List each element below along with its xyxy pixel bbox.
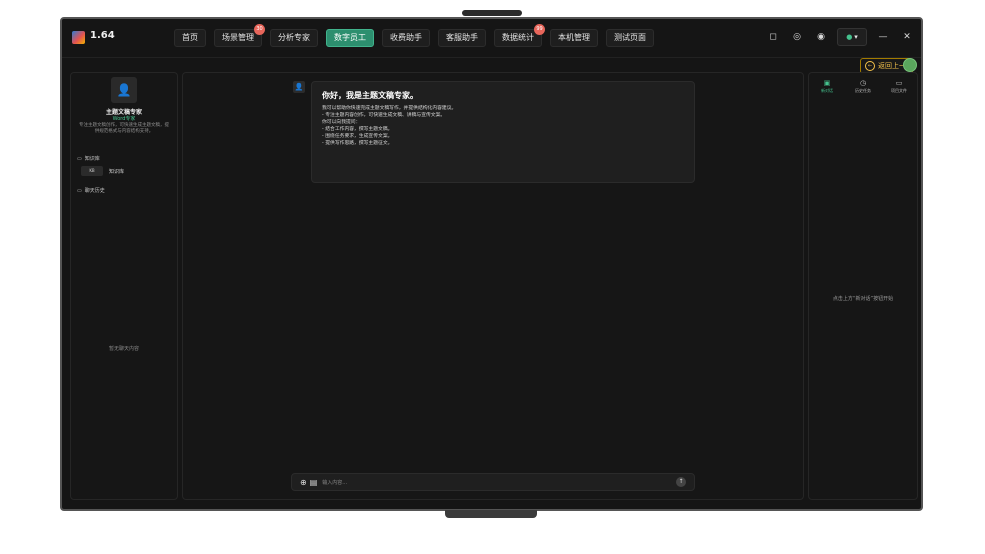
right-tab-history-label: 历史任务 bbox=[855, 88, 871, 93]
folder-icon: ▭ bbox=[895, 79, 903, 87]
chat-input-bar: ⊕ ▤ 输入内容... ↑ bbox=[291, 473, 695, 491]
nav-tab-test[interactable]: 测试页面 bbox=[606, 29, 654, 47]
input-tools: ⊕ ▤ bbox=[300, 478, 317, 487]
assistant-line-6: - 提供写作思路，撰写主题征文。 bbox=[322, 141, 393, 146]
empty-chat-label: 暂无聊天内容 bbox=[108, 346, 139, 352]
user-icon: ● bbox=[846, 33, 853, 41]
nav-tab-service[interactable]: 客服助手 bbox=[438, 29, 486, 47]
back-button-label: 返回上一 bbox=[878, 62, 906, 70]
agent-avatar: 👤 bbox=[111, 77, 137, 103]
knowledge-section-label: ▭ 知识库 bbox=[77, 155, 100, 163]
center-panel: 👤 你好，我是主题文稿专家。 我可以帮助你快速完成主题文稿写作，并提供结构化内容… bbox=[182, 72, 804, 500]
monitor-screen: 1.64 首页 场景管理 30 分析专家 数字员工 收费助手 客服助手 数据统计… bbox=[60, 17, 923, 511]
chat-history-label: ▭ 聊天历史 bbox=[77, 187, 105, 195]
chevron-down-icon: ▾ bbox=[854, 33, 858, 41]
nav-tab-home[interactable]: 首页 bbox=[174, 29, 206, 47]
right-empty-hint: 点击上方“新对话”按钮开始 bbox=[832, 296, 894, 302]
right-panel: ▣ 新对话 ◷ 历史任务 ▭ 项目文件 点击上方“新对话”按钮开始 bbox=[808, 72, 918, 500]
assistant-greeting-title: 你好，我是主题文稿专家。 bbox=[322, 91, 418, 100]
arrow-left-icon: ← bbox=[865, 61, 875, 71]
nav-tab-digital-staff[interactable]: 数字员工 bbox=[326, 29, 374, 47]
nav-tabs: 首页 场景管理 30 分析专家 数字员工 收费助手 客服助手 数据统计 99 本… bbox=[174, 24, 654, 47]
nav-tab-billing[interactable]: 收费助手 bbox=[382, 29, 430, 47]
assistant-line-4: - 结合工作内容，撰写主题文稿。 bbox=[322, 127, 393, 132]
stats-badge: 99 bbox=[534, 24, 545, 35]
knowledge-item-label[interactable]: 知识库 bbox=[109, 168, 124, 175]
right-tab-history[interactable]: ◷ 历史任务 bbox=[849, 79, 877, 94]
nav-tab-analysis[interactable]: 分析专家 bbox=[270, 29, 318, 47]
right-tab-files[interactable]: ▭ 项目文件 bbox=[885, 79, 913, 94]
nav-tab-stats[interactable]: 数据统计 99 bbox=[494, 24, 545, 47]
message-icon[interactable]: ◻ bbox=[765, 29, 781, 45]
agent-role: Word专家 bbox=[112, 116, 136, 122]
book-icon: ▭ bbox=[77, 155, 82, 162]
globe-icon[interactable]: ◉ bbox=[813, 29, 829, 45]
assistant-avatar: 👤 bbox=[293, 81, 305, 93]
app-logo-icon bbox=[72, 31, 85, 44]
assistant-line-3: 你可以向我提问： bbox=[322, 120, 361, 125]
scenarios-badge: 30 bbox=[254, 24, 265, 35]
top-right-actions: ◻ ◎ ◉ ● ▾ — ✕ bbox=[765, 28, 915, 46]
right-tab-new-chat-label: 新对话 bbox=[821, 88, 833, 93]
chat-input[interactable]: 输入内容... bbox=[322, 479, 676, 486]
new-chat-icon: ▣ bbox=[823, 79, 831, 87]
add-icon[interactable]: ⊕ bbox=[300, 478, 307, 487]
monitor-camera bbox=[462, 10, 522, 16]
support-icon[interactable]: ◎ bbox=[789, 29, 805, 45]
minimize-icon[interactable]: — bbox=[875, 29, 891, 45]
knowledge-item-icon[interactable]: KB bbox=[81, 166, 103, 176]
user-menu-button[interactable]: ● ▾ bbox=[837, 28, 867, 46]
right-tabs: ▣ 新对话 ◷ 历史任务 ▭ 项目文件 bbox=[809, 79, 917, 94]
top-nav-bar: 1.64 首页 场景管理 30 分析专家 数字员工 收费助手 客服助手 数据统计… bbox=[62, 19, 921, 58]
nav-tab-scenarios[interactable]: 场景管理 30 bbox=[214, 24, 265, 47]
chat-icon: ▭ bbox=[77, 187, 82, 194]
agent-description: 专注主题文稿创作，可快速生成主题文稿，提供规范格式与内容结构支持。 bbox=[79, 123, 169, 134]
send-icon[interactable]: ↑ bbox=[676, 477, 686, 487]
right-tab-new-chat[interactable]: ▣ 新对话 bbox=[813, 79, 841, 94]
close-icon[interactable]: ✕ bbox=[899, 29, 915, 45]
right-tab-files-label: 项目文件 bbox=[891, 88, 907, 93]
nav-tab-local[interactable]: 本机管理 bbox=[550, 29, 598, 47]
monitor-stand bbox=[445, 510, 537, 518]
file-icon[interactable]: ▤ bbox=[310, 478, 318, 487]
assistant-line-5: - 围绕任务要求，生成宣传文案。 bbox=[322, 134, 393, 139]
floating-assistant-icon[interactable] bbox=[903, 58, 917, 72]
history-icon: ◷ bbox=[859, 79, 867, 87]
left-panel: 👤 主题文稿专家 Word专家 专注主题文稿创作，可快速生成主题文稿，提供规范格… bbox=[70, 72, 178, 500]
assistant-message-card: 你好，我是主题文稿专家。 我可以帮助你快速完成主题文稿写作，并提供结构化内容建议… bbox=[311, 81, 695, 183]
assistant-line-2: - 专注主题内容创作，可快速生成文稿、讲稿与宣传文案。 bbox=[322, 113, 446, 118]
app-version: 1.64 bbox=[90, 30, 115, 41]
assistant-line-1: 我可以帮助你快速完成主题文稿写作，并提供结构化内容建议。 bbox=[322, 106, 457, 111]
